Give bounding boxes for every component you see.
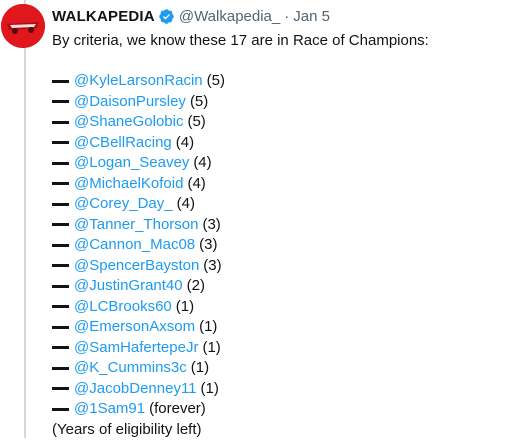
dash-bullet-icon (52, 284, 69, 288)
mention-link[interactable]: @Tanner_Thorson (74, 215, 198, 236)
mention-link[interactable]: @LCBrooks60 (74, 297, 172, 318)
list-item: @SamHafertepeJr (1) (52, 338, 512, 359)
dash-bullet-icon (52, 366, 69, 370)
display-name[interactable]: WALKAPEDIA (52, 8, 155, 25)
eligibility-count: (forever) (149, 400, 206, 417)
list-item: @LCBrooks60 (1) (52, 297, 512, 318)
list-item: @ShaneGolobic (5) (52, 112, 512, 133)
list-item: @JacobDenney11 (1) (52, 379, 512, 400)
tweet-date[interactable]: Jan 5 (293, 8, 330, 25)
eligibility-count: (3) (202, 215, 221, 233)
eligibility-count: (1) (202, 338, 221, 356)
list-item: @Cannon_Mac08 (3) (52, 235, 512, 256)
eligibility-count: (5) (187, 113, 206, 130)
avatar[interactable] (1, 4, 45, 48)
eligibility-count: (1) (200, 379, 219, 397)
list-item: @Tanner_Thorson (3) (52, 215, 512, 236)
dash-bullet-icon (52, 120, 69, 124)
thread-connector-line (24, 0, 26, 438)
verified-badge-icon (158, 8, 175, 25)
mention-link[interactable]: @1Sam91 (74, 399, 145, 420)
mention-link[interactable]: @Corey_Day_ (74, 194, 173, 215)
mention-link[interactable]: @DaisonPursley (74, 92, 186, 113)
dash-bullet-icon (52, 202, 69, 206)
dash-bullet-icon (52, 141, 69, 145)
list-item: @SpencerBayston (3) (52, 256, 512, 277)
mention-link[interactable]: @MichaelKofoid (74, 174, 183, 195)
dash-bullet-icon (52, 243, 69, 247)
list-item: @EmersonAxsom (1) (52, 317, 512, 338)
dash-bullet-icon (52, 305, 69, 309)
mention-link[interactable]: @ShaneGolobic (74, 112, 183, 133)
list-item: @JustinGrant40 (2) (52, 276, 512, 297)
eligibility-count: (3) (199, 236, 218, 253)
mention-link[interactable]: @K_Cummins3c (74, 358, 187, 379)
list-item: @Logan_Seavey (4) (52, 153, 512, 174)
mention-link[interactable]: @JustinGrant40 (74, 276, 183, 297)
mention-link[interactable]: @KyleLarsonRacin (74, 71, 203, 92)
dash-bullet-icon (52, 161, 69, 165)
mention-link[interactable]: @JacobDenney11 (74, 379, 197, 400)
list-item: @DaisonPursley (5) (52, 92, 512, 113)
mention-link[interactable]: @Logan_Seavey (74, 153, 189, 174)
eligibility-count: (4) (175, 133, 195, 151)
dash-bullet-icon (52, 387, 69, 391)
dash-bullet-icon (52, 79, 69, 83)
eligibility-count: (3) (203, 256, 222, 274)
eligibility-count: (1) (190, 359, 210, 376)
tweet-intro-text: By criteria, we know these 17 are in Rac… (52, 32, 429, 49)
eligibility-count: (1) (199, 318, 218, 335)
eligibility-count: (5) (189, 92, 209, 110)
walkapedia-logo-icon (1, 4, 45, 48)
dash-bullet-icon (52, 100, 69, 104)
mention-link[interactable]: @SpencerBayston (74, 256, 199, 277)
tweet-body: WALKAPEDIA @Walkapedia_ · Jan 5 By crite… (52, 5, 512, 440)
eligibility-count: (1) (175, 297, 195, 315)
eligibility-count: (5) (206, 72, 225, 89)
mention-link[interactable]: @EmersonAxsom (74, 317, 195, 338)
eligibility-count: (4) (176, 195, 195, 212)
driver-list: @KyleLarsonRacin (5) @DaisonPursley (5) @Sha… (52, 71, 512, 420)
list-item: @K_Cummins3c (1) (52, 358, 512, 379)
eligibility-count: (2) (186, 277, 205, 294)
dash-bullet-icon (52, 325, 69, 329)
dash-bullet-icon (52, 346, 69, 350)
list-item: @Corey_Day_ (4) (52, 194, 512, 215)
dash-bullet-icon (52, 182, 69, 186)
list-item: @MichaelKofoid (4) (52, 174, 512, 195)
separator-dot: · (284, 7, 290, 25)
eligibility-count: (4) (187, 174, 206, 192)
dash-bullet-icon (52, 264, 69, 268)
list-item: @1Sam91 (forever) (52, 399, 512, 420)
tweet-footer-text: (Years of eligibility left) (52, 420, 202, 438)
dash-bullet-icon (52, 407, 69, 411)
mention-link[interactable]: @CBellRacing (74, 133, 172, 154)
list-item: @KyleLarsonRacin (5) (52, 71, 512, 92)
list-item: @CBellRacing (4) (52, 133, 512, 154)
mention-link[interactable]: @Cannon_Mac08 (74, 235, 195, 256)
eligibility-count: (4) (193, 154, 212, 171)
mention-link[interactable]: @SamHafertepeJr (74, 338, 198, 359)
user-handle[interactable]: @Walkapedia_ (179, 8, 280, 25)
tweet-header: WALKAPEDIA @Walkapedia_ · Jan 5 (52, 5, 512, 27)
dash-bullet-icon (52, 223, 69, 227)
